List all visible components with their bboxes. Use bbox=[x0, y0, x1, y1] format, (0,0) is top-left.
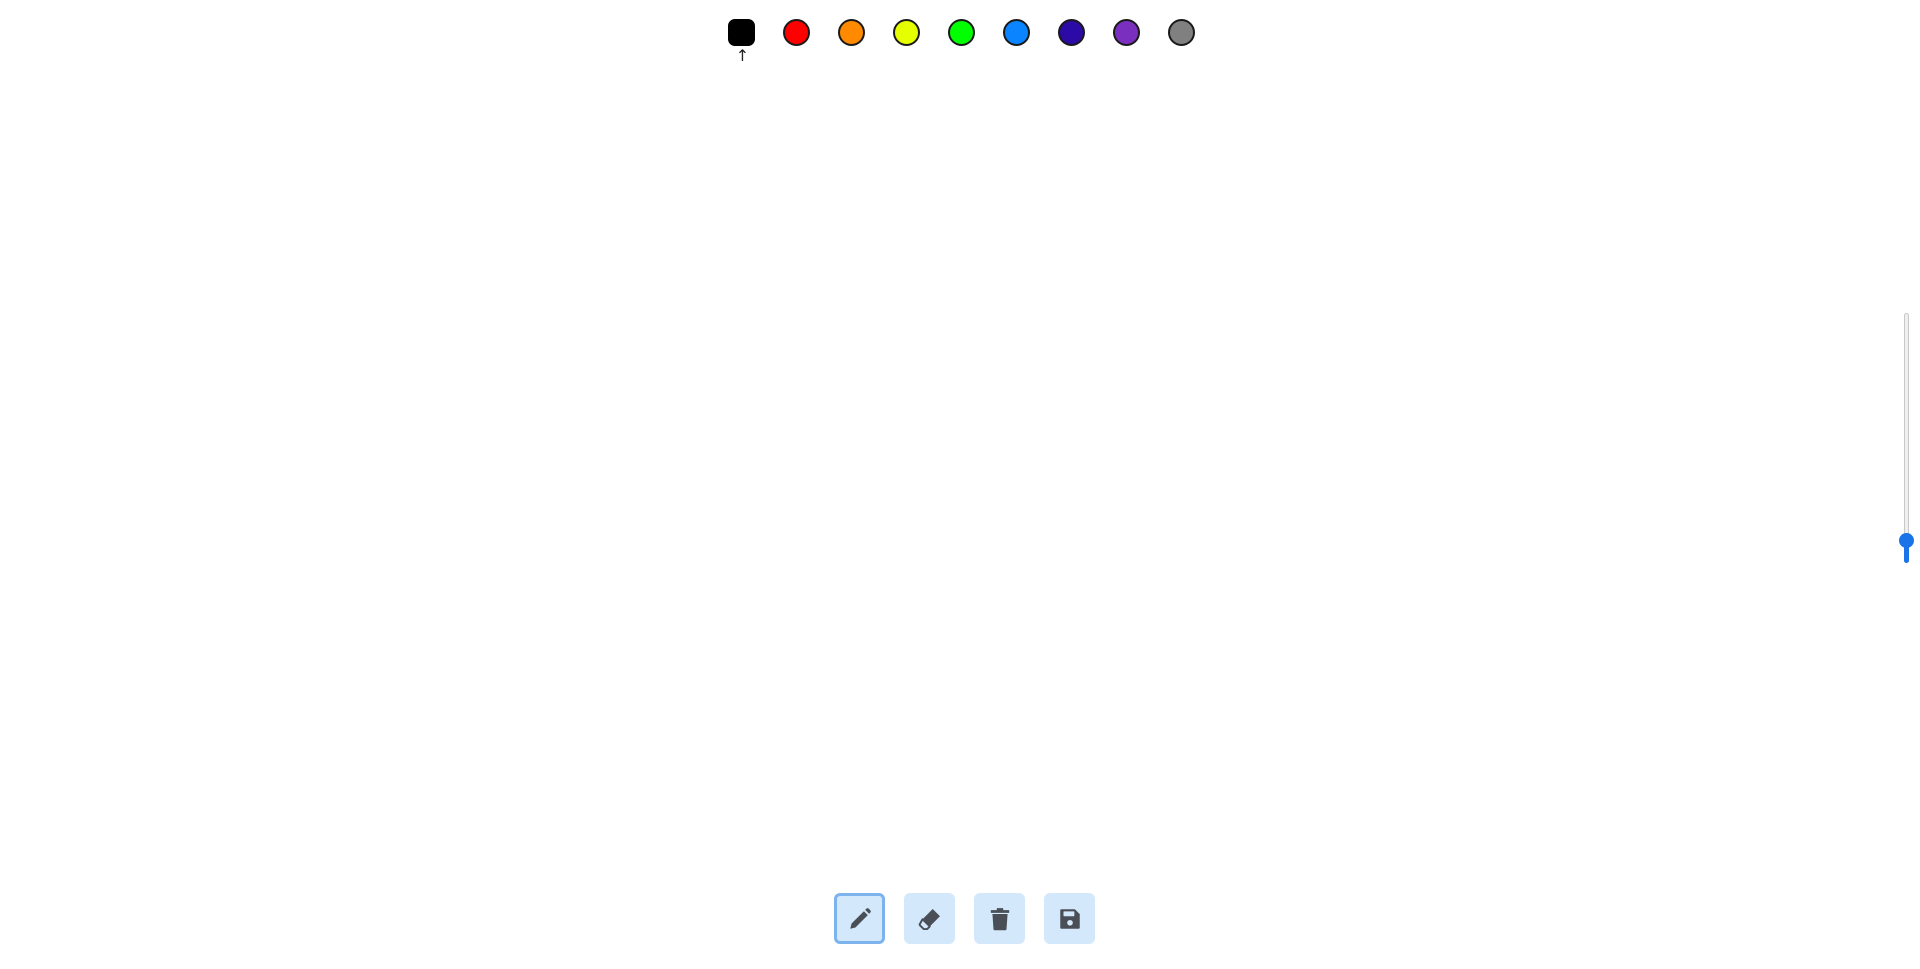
selected-color-marker: ↑ bbox=[735, 46, 750, 65]
color-swatch-red[interactable] bbox=[783, 19, 810, 46]
eraser-button[interactable] bbox=[904, 893, 955, 944]
slider-thumb[interactable] bbox=[1899, 533, 1914, 548]
trash-icon bbox=[990, 907, 1009, 930]
color-swatch-gray[interactable] bbox=[1168, 19, 1195, 46]
pencil-button[interactable] bbox=[834, 893, 885, 944]
color-swatch-orange[interactable] bbox=[838, 19, 865, 46]
brush-size-slider[interactable] bbox=[1899, 313, 1914, 563]
color-swatch-purple[interactable] bbox=[1113, 19, 1140, 46]
color-swatch-green[interactable] bbox=[948, 19, 975, 46]
color-swatch-black[interactable] bbox=[728, 19, 755, 46]
color-palette: ↑ bbox=[728, 19, 1208, 64]
slider-track[interactable] bbox=[1904, 313, 1909, 563]
color-swatch-blue[interactable] bbox=[1003, 19, 1030, 46]
clear-button[interactable] bbox=[974, 893, 1025, 944]
color-swatch-indigo[interactable] bbox=[1058, 19, 1085, 46]
floppy-disk-icon bbox=[1059, 908, 1080, 929]
eraser-icon bbox=[918, 908, 940, 930]
color-swatch-yellow[interactable] bbox=[893, 19, 920, 46]
pencil-icon bbox=[849, 907, 871, 929]
save-button[interactable] bbox=[1044, 893, 1095, 944]
drawing-canvas[interactable] bbox=[0, 0, 1920, 969]
